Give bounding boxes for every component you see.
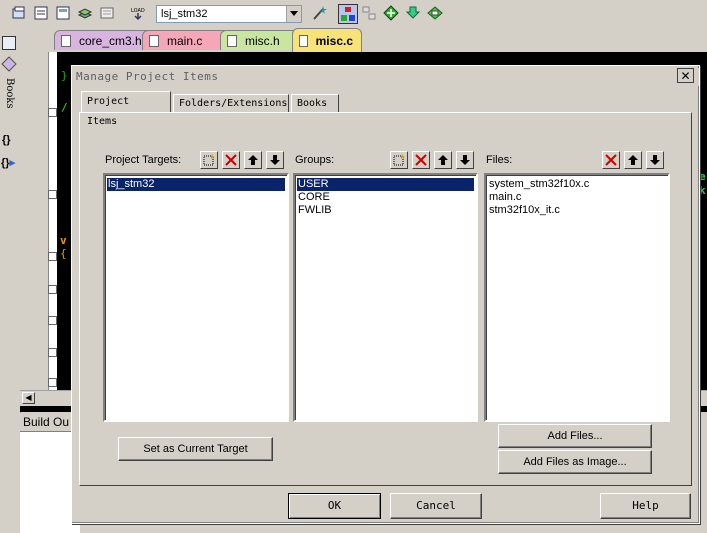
list-item[interactable]: stm32f10x_it.c xyxy=(488,204,666,217)
functions-icon[interactable]: {} xyxy=(2,134,16,146)
groups-label: Groups: xyxy=(295,154,335,166)
file-icon xyxy=(149,34,159,47)
delete-file-icon[interactable] xyxy=(602,151,620,169)
load-icon[interactable]: LOAD xyxy=(128,4,148,22)
target-select[interactable]: lsj_stm32 xyxy=(156,5,302,23)
files-label: Files: xyxy=(486,154,513,166)
fold-marker[interactable] xyxy=(48,316,57,325)
target-options-icon[interactable] xyxy=(338,4,358,24)
ok-button[interactable]: OK xyxy=(288,493,381,519)
help-button[interactable]: Help xyxy=(600,493,691,519)
add-files-button[interactable]: Add Files... xyxy=(498,424,652,448)
debug-icon[interactable] xyxy=(382,4,400,22)
editor-tab-bar: core_cm3.h main.c misc.h misc.c xyxy=(20,28,707,52)
tab-label: main.c xyxy=(167,33,203,48)
books-tab-label[interactable]: Books xyxy=(1,78,15,128)
new-target-icon[interactable] xyxy=(200,151,218,169)
move-down-icon[interactable] xyxy=(266,151,284,169)
delete-group-icon[interactable] xyxy=(412,151,430,169)
list-item[interactable]: USER xyxy=(297,178,474,191)
tab-project-items[interactable]: Project Items xyxy=(81,91,171,127)
wand-icon[interactable] xyxy=(310,4,328,22)
target-select-value: lsj_stm32 xyxy=(161,8,208,20)
side-panel-strip: Books {} {}▸ xyxy=(0,28,21,413)
tab-label: core_cm3.h xyxy=(79,33,142,48)
project-targets-list[interactable]: lsj_stm32 xyxy=(103,173,289,422)
new-group-icon[interactable] xyxy=(390,151,408,169)
templates-icon[interactable]: {}▸ xyxy=(1,156,17,169)
fold-marker[interactable] xyxy=(48,190,57,199)
cancel-button[interactable]: Cancel xyxy=(390,493,482,519)
fold-column xyxy=(48,52,57,392)
chevron-down-icon[interactable] xyxy=(286,6,301,22)
close-icon[interactable]: ✕ xyxy=(677,68,694,83)
groups-list[interactable]: USER CORE FWLIB xyxy=(293,173,478,422)
tab-label: misc.h xyxy=(245,33,280,48)
code-fragment: } xyxy=(61,69,68,82)
code-fragment: v xyxy=(60,234,67,247)
code-fragment: { xyxy=(60,247,67,260)
move-up-icon[interactable] xyxy=(624,151,642,169)
main-toolbar: LOAD lsj_stm32 xyxy=(0,0,707,29)
dialog-title: Manage Project Items xyxy=(74,68,699,86)
set-current-target-button[interactable]: Set as Current Target xyxy=(118,437,273,461)
list-item[interactable]: lsj_stm32 xyxy=(107,178,285,191)
move-up-icon[interactable] xyxy=(244,151,262,169)
list-item[interactable]: CORE xyxy=(297,191,474,204)
manage-project-items-dialog: Manage Project Items ✕ Project Items Fol… xyxy=(71,65,700,524)
move-down-icon[interactable] xyxy=(456,151,474,169)
fold-marker[interactable] xyxy=(48,108,57,117)
pack-icon[interactable] xyxy=(426,4,444,22)
fold-marker[interactable] xyxy=(48,348,57,357)
list-item[interactable]: FWLIB xyxy=(297,204,474,217)
manage-components-icon[interactable] xyxy=(360,4,378,22)
move-up-icon[interactable] xyxy=(434,151,452,169)
fold-marker[interactable] xyxy=(48,252,57,261)
delete-target-icon[interactable] xyxy=(222,151,240,169)
line-gutter xyxy=(20,52,48,392)
add-files-as-image-button[interactable]: Add Files as Image... xyxy=(498,450,652,474)
tab-label: misc.c xyxy=(315,33,353,48)
rebuild-icon[interactable] xyxy=(54,4,72,22)
code-fragment: / xyxy=(61,101,68,114)
list-item[interactable]: main.c xyxy=(488,191,666,204)
files-list[interactable]: system_stm32f10x.c main.c stm32f10x_it.c xyxy=(484,173,670,422)
books-icon[interactable] xyxy=(1,56,17,72)
list-item[interactable]: system_stm32f10x.c xyxy=(488,178,666,191)
project-targets-label: Project Targets: xyxy=(105,154,182,166)
tab-books[interactable]: Books xyxy=(291,94,339,112)
download-icon[interactable] xyxy=(404,4,422,22)
fold-marker[interactable] xyxy=(48,378,57,387)
tab-folders-extensions[interactable]: Folders/Extensions xyxy=(173,94,289,112)
move-down-icon[interactable] xyxy=(646,151,664,169)
file-icon xyxy=(227,34,237,47)
fold-marker[interactable] xyxy=(48,285,57,294)
tab-misc-c[interactable]: misc.c xyxy=(292,28,362,52)
file-icon xyxy=(299,34,308,47)
scroll-left-icon[interactable]: ◀ xyxy=(22,392,35,404)
new-project-icon[interactable] xyxy=(10,4,28,22)
copy-icon[interactable] xyxy=(98,4,116,22)
stack-icon[interactable] xyxy=(76,4,94,22)
project-window-icon[interactable] xyxy=(2,36,16,50)
batch-build-icon[interactable] xyxy=(32,4,50,22)
file-icon xyxy=(61,34,71,47)
